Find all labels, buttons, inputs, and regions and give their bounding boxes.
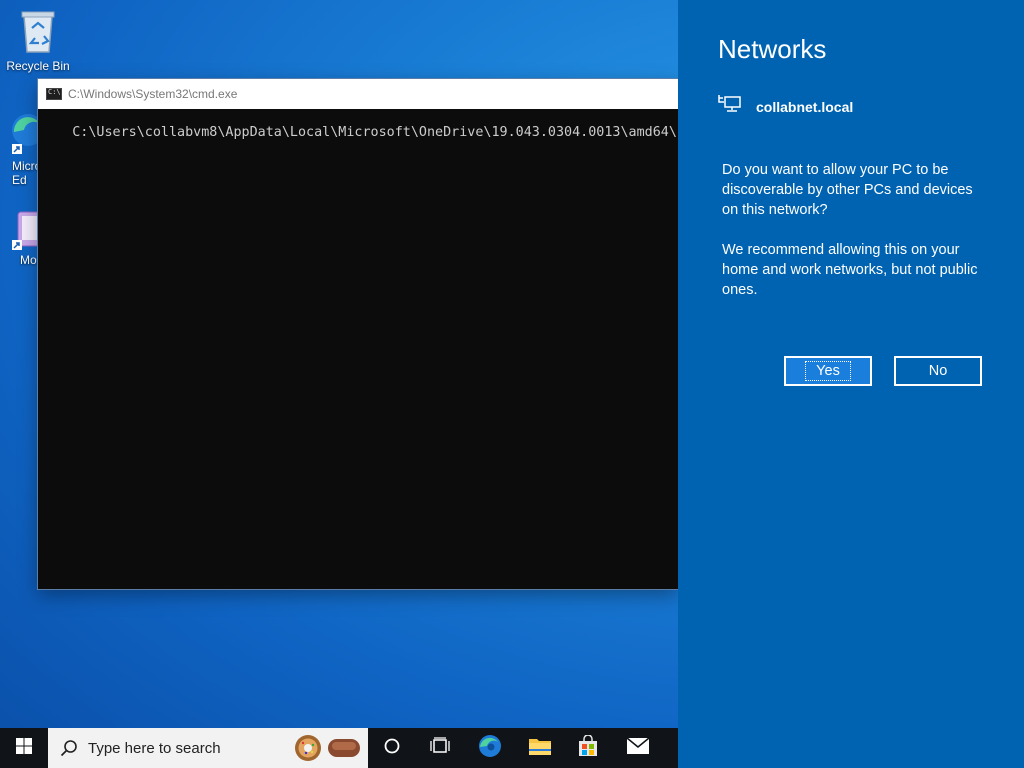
no-button-label: No [928,363,948,379]
task-view-button[interactable] [416,728,464,768]
networks-panel: Networks collabnet.local Do you want to … [678,0,1024,768]
cmd-title-text: C:\Windows\System32\cmd.exe [68,87,238,101]
store-icon [577,733,599,762]
mail-button[interactable] [612,728,664,768]
task-view-icon [430,736,450,760]
panel-title: Networks [718,34,827,64]
network-entry: collabnet.local [718,94,853,119]
discovery-question: Do you want to allow your PC to be disco… [722,162,973,218]
start-icon [16,737,32,759]
cortana-button[interactable] [368,728,416,768]
file-explorer-icon [528,736,552,761]
no-button[interactable]: No [894,356,982,386]
search-icon [60,739,78,757]
store-button[interactable] [564,728,612,768]
edge-icon [478,734,502,763]
desktop-icon-recycle-bin[interactable]: Recycle Bin [2,8,74,73]
yes-button[interactable]: Yes [784,356,872,386]
cmd-title-bar[interactable]: C:\Windows\System32\cmd.exe [38,79,678,109]
edge-button[interactable] [464,728,516,768]
search-highlight-image [292,733,362,763]
cortana-icon [383,737,401,760]
cmd-output-line: C:\Users\collabvm8\AppData\Local\Microso… [72,125,678,140]
cmd-console[interactable]: C:\Users\collabvm8\AppData\Local\Microso… [38,109,678,157]
taskbar: Type here to search [0,728,678,768]
file-explorer-button[interactable] [516,728,564,768]
desktop-icon-label: Recycle Bin [6,59,70,73]
yes-button-label: Yes [805,361,851,381]
start-button[interactable] [0,728,48,768]
mail-icon [626,736,650,760]
cmd-icon [46,88,62,100]
search-placeholder: Type here to search [88,739,221,757]
discovery-message: Do you want to allow your PC to be disco… [722,160,992,320]
taskbar-search-box[interactable]: Type here to search [48,728,368,768]
network-name: collabnet.local [756,98,854,115]
recycle-bin-icon [2,8,74,57]
network-adapter-icon [718,94,742,119]
cmd-window[interactable]: C:\Windows\System32\cmd.exe C:\Users\col… [38,79,678,589]
discovery-recommendation: We recommend allowing this on your home … [722,242,978,298]
